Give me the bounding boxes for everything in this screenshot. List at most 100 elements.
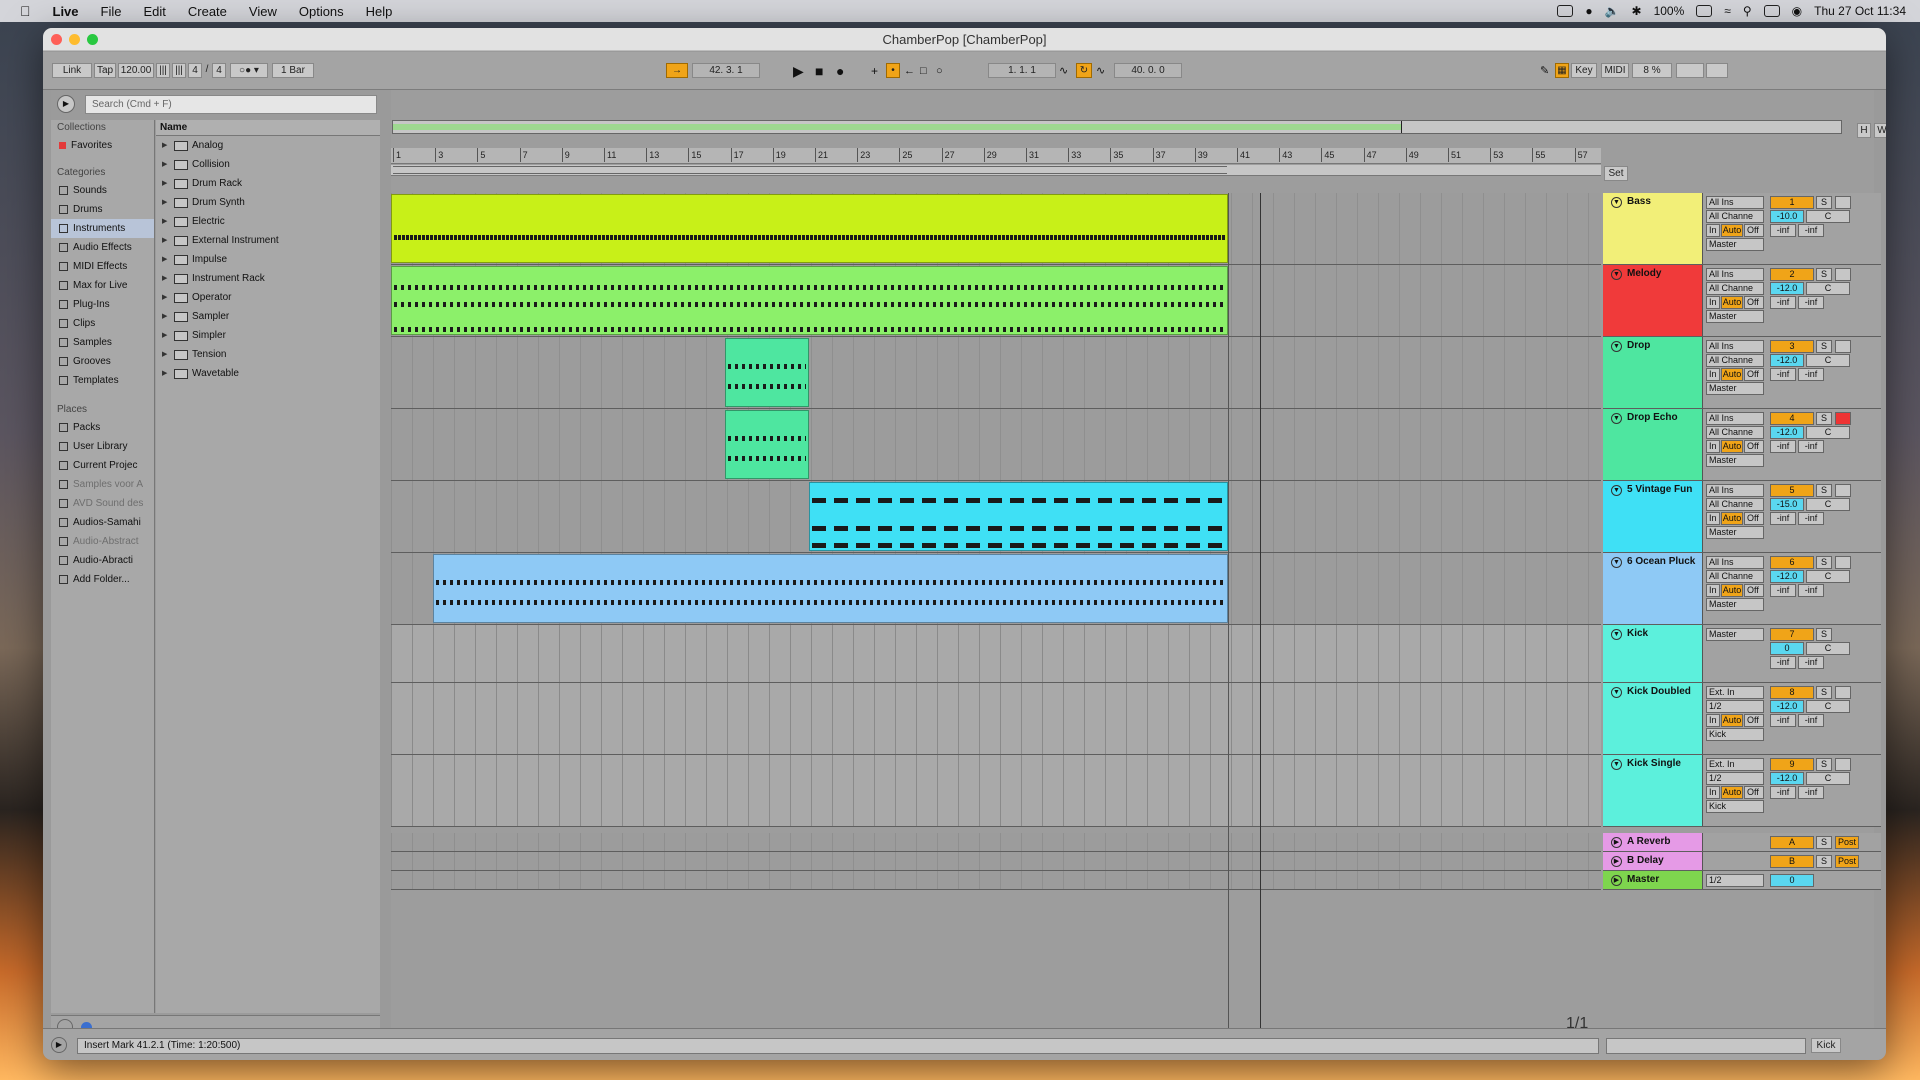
input-channel-select[interactable]: All Channe xyxy=(1706,426,1764,439)
volume-field[interactable]: -10.0 xyxy=(1770,210,1804,223)
loop-length[interactable]: 40. 0. 0 xyxy=(1114,63,1182,78)
song-position[interactable]: 42. 3. 1 xyxy=(692,63,760,78)
browser-item[interactable]: ▶ Drum Synth xyxy=(156,193,380,212)
output-select[interactable]: Master xyxy=(1706,454,1764,467)
track-name-area[interactable]: ▼ Kick Doubled xyxy=(1603,683,1703,754)
solo-button[interactable]: S xyxy=(1816,758,1832,771)
arm-button-icon[interactable] xyxy=(1835,340,1851,353)
browser-item[interactable]: ▶ Analog xyxy=(156,136,380,155)
input-type-select[interactable]: All Ins xyxy=(1706,340,1764,353)
volume-field[interactable]: -15.0 xyxy=(1770,498,1804,511)
expand-triangle-icon[interactable]: ▶ xyxy=(162,326,170,345)
solo-button[interactable]: S xyxy=(1816,412,1832,425)
track-lane[interactable] xyxy=(391,481,1601,553)
place-item[interactable]: AVD Sound des xyxy=(51,494,154,513)
return-lane[interactable] xyxy=(391,833,1601,852)
post-button[interactable]: Post xyxy=(1835,836,1859,849)
monitor-in-button[interactable]: In xyxy=(1706,512,1720,525)
volume-field[interactable]: -12.0 xyxy=(1770,700,1804,713)
monitor-in-button[interactable]: In xyxy=(1706,786,1720,799)
control-center-icon[interactable] xyxy=(1763,5,1780,17)
monitor-off-button[interactable]: Off xyxy=(1744,368,1764,381)
input-type-select[interactable]: All Ins xyxy=(1706,556,1764,569)
solo-button[interactable]: S xyxy=(1816,268,1832,281)
monitor-off-button[interactable]: Off xyxy=(1744,440,1764,453)
browser-item[interactable]: ▶ Instrument Rack xyxy=(156,269,380,288)
track-name[interactable]: Kick Doubled xyxy=(1627,686,1691,697)
monitor-off-button[interactable]: Off xyxy=(1744,714,1764,727)
input-channel-select[interactable]: All Channe xyxy=(1706,570,1764,583)
sidebar-item-audio-effects[interactable]: Audio Effects xyxy=(51,238,154,257)
monitor-off-button[interactable]: Off xyxy=(1744,584,1764,597)
monitor-in-button[interactable]: In xyxy=(1706,296,1720,309)
place-item[interactable]: Add Folder... xyxy=(51,570,154,589)
expand-triangle-icon[interactable]: ▶ xyxy=(162,212,170,231)
pan-field[interactable]: C xyxy=(1806,498,1850,511)
sidebar-item-drums[interactable]: Drums xyxy=(51,200,154,219)
show-hide-w-button[interactable]: W xyxy=(1874,123,1886,138)
clip[interactable] xyxy=(391,266,1228,335)
clip[interactable] xyxy=(391,194,1228,263)
volume-field[interactable]: 0 xyxy=(1770,642,1804,655)
volume-field[interactable]: -12.0 xyxy=(1770,570,1804,583)
midi-map-button[interactable]: MIDI xyxy=(1601,63,1629,78)
time-sig-numerator[interactable]: 4 xyxy=(188,63,202,78)
volume-field[interactable]: -12.0 xyxy=(1770,772,1804,785)
track-activator[interactable]: 7 xyxy=(1770,628,1814,641)
track-name[interactable]: Kick xyxy=(1627,628,1648,639)
expand-triangle-icon[interactable]: ▶ xyxy=(162,345,170,364)
track-lane[interactable] xyxy=(391,553,1601,625)
track-header[interactable]: ▼ Kick Single Ext. In 1/2 In Auto Off Kick 9 S -12… xyxy=(1603,755,1881,827)
place-item[interactable]: Audios-Samahi xyxy=(51,513,154,532)
track-name[interactable]: Drop Echo xyxy=(1627,412,1678,423)
name-column-header[interactable]: Name xyxy=(156,120,380,136)
track-name-area[interactable]: ▼ Kick xyxy=(1603,625,1703,682)
solo-button[interactable]: S xyxy=(1816,836,1832,849)
link-button[interactable]: Link xyxy=(52,63,92,78)
track-name[interactable]: Kick Single xyxy=(1627,758,1681,769)
place-item[interactable]: User Library xyxy=(51,437,154,456)
input-type-select[interactable]: Master xyxy=(1706,628,1764,641)
apple-icon[interactable]:  xyxy=(20,3,31,19)
place-item[interactable]: Packs xyxy=(51,418,154,437)
monitor-auto-button[interactable]: Auto xyxy=(1721,440,1743,453)
place-item[interactable]: Current Projec xyxy=(51,456,154,475)
monitor-in-button[interactable]: In xyxy=(1706,440,1720,453)
clip[interactable] xyxy=(725,338,809,407)
volume-field[interactable]: -12.0 xyxy=(1770,282,1804,295)
monitor-auto-button[interactable]: Auto xyxy=(1721,714,1743,727)
menu-app[interactable]: Live xyxy=(53,4,79,19)
track-name[interactable]: A Reverb xyxy=(1627,836,1671,847)
fold-track-icon[interactable]: ▼ xyxy=(1611,629,1622,640)
monitor-in-button[interactable]: In xyxy=(1706,584,1720,597)
sidebar-item-grooves[interactable]: Grooves xyxy=(51,352,154,371)
track-lane[interactable] xyxy=(391,625,1601,683)
track-name[interactable]: Drop xyxy=(1627,340,1650,351)
output-select[interactable]: Master xyxy=(1706,382,1764,395)
return-lane[interactable] xyxy=(391,852,1601,871)
track-activator[interactable]: 5 xyxy=(1770,484,1814,497)
fold-track-icon[interactable]: ▶ xyxy=(1611,875,1622,886)
record-icon[interactable]: ● xyxy=(836,64,844,78)
beat-time-ruler[interactable]: 1 3 5 7 9 11 13 15 17 19 21 23 25 27 29 31 33 35 37 39 41 43 4… xyxy=(391,148,1601,164)
fold-track-icon[interactable]: ▼ xyxy=(1611,413,1622,424)
overdub-icon[interactable]: + xyxy=(871,64,878,78)
input-type-select[interactable]: Ext. In xyxy=(1706,758,1764,771)
expand-triangle-icon[interactable]: ▶ xyxy=(162,269,170,288)
track-name-area[interactable]: ▶ B Delay xyxy=(1603,852,1703,870)
nudge-up-icon[interactable]: ||| xyxy=(172,63,186,78)
track-name-area[interactable]: ▼ 5 Vintage Fun xyxy=(1603,481,1703,552)
monitor-auto-button[interactable]: Auto xyxy=(1721,512,1743,525)
expand-triangle-icon[interactable]: ▶ xyxy=(162,231,170,250)
play-icon[interactable]: ▶ xyxy=(793,64,804,78)
volume-field[interactable]: -12.0 xyxy=(1770,354,1804,367)
sidebar-item-midi-effects[interactable]: MIDI Effects xyxy=(51,257,154,276)
loop-toggle-icon[interactable]: ↻ xyxy=(1076,63,1092,78)
solo-button[interactable]: S xyxy=(1816,484,1832,497)
post-button[interactable]: Post xyxy=(1835,855,1859,868)
expand-triangle-icon[interactable]: ▶ xyxy=(162,174,170,193)
fold-track-icon[interactable]: ▼ xyxy=(1611,341,1622,352)
track-name-area[interactable]: ▼ 6 Ocean Pluck xyxy=(1603,553,1703,624)
place-item[interactable]: Audio-Abracti xyxy=(51,551,154,570)
fold-track-icon[interactable]: ▼ xyxy=(1611,269,1622,280)
